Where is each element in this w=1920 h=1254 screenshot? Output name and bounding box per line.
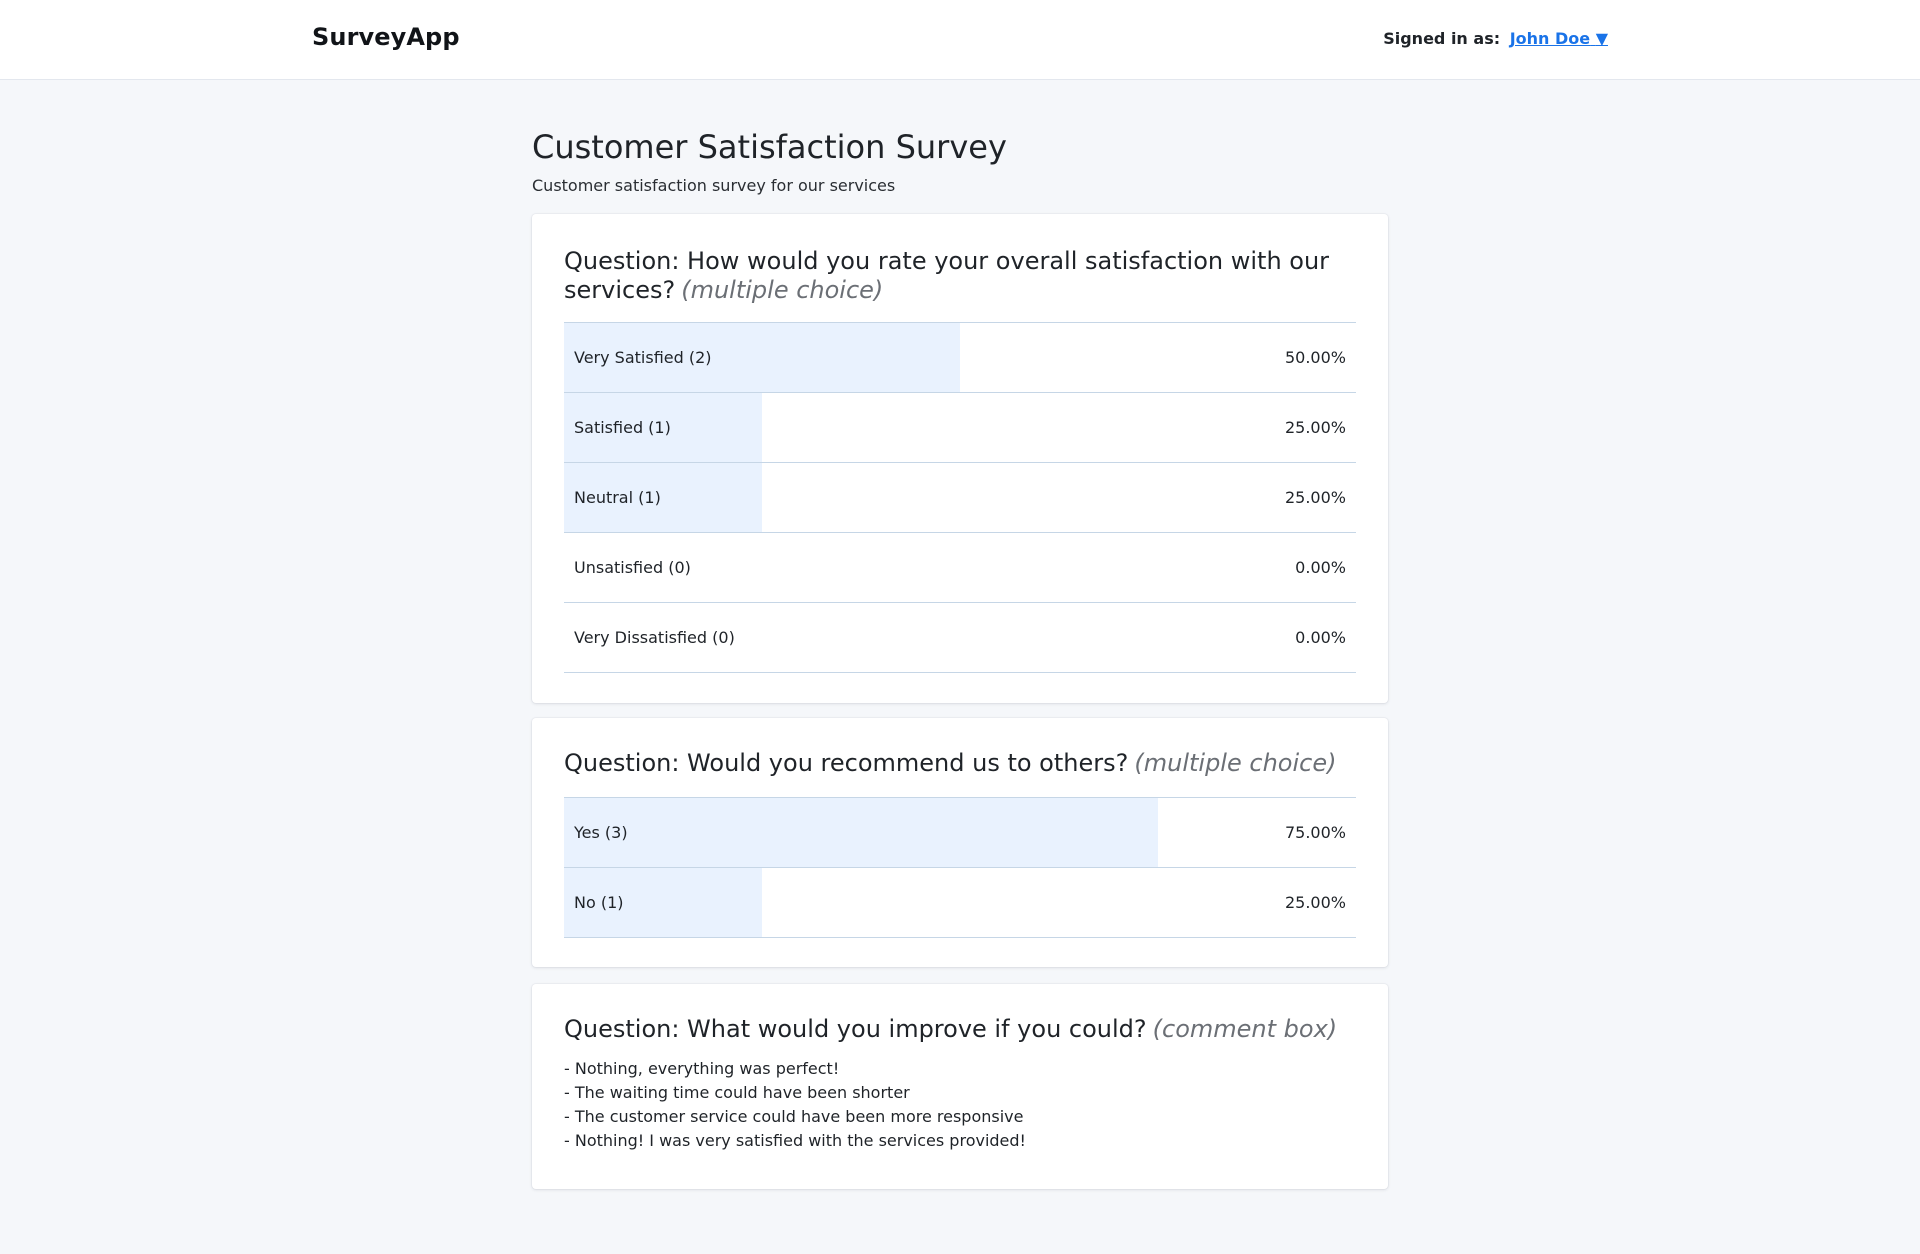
option-percent: 0.00% [1295,558,1346,577]
page-title: Customer Satisfaction Survey [532,128,1007,166]
question-title: Question: What would you improve if you … [564,1015,1356,1044]
option-row: Satisfied (1) 25.00% [564,393,1356,463]
question-type: (comment box) [1152,1015,1338,1043]
brand-logo[interactable]: SurveyApp [312,23,460,51]
comment-item: - The customer service could have been m… [564,1107,1024,1126]
option-label: Unsatisfied (0) [574,558,691,577]
comment-item: - Nothing, everything was perfect! [564,1059,840,1078]
option-row: No (1) 25.00% [564,868,1356,938]
question-card: Question: How would you rate your overal… [532,214,1388,703]
user-menu-link[interactable]: John Doe ▼ [1510,29,1608,48]
question-text: Question: How would you rate your overal… [564,247,1330,304]
comment-item: - The waiting time could have been short… [564,1083,910,1102]
option-label: Very Dissatisfied (0) [574,628,735,647]
option-label: No (1) [574,893,624,912]
comment-item: - Nothing! I was very satisfied with the… [564,1131,1026,1150]
option-percent: 75.00% [1284,823,1346,842]
question-card: Question: Would you recommend us to othe… [532,718,1388,967]
options-list: Very Satisfied (2) 50.00% Satisfied (1) … [564,322,1356,673]
signed-in-info: Signed in as: John Doe ▼ [1383,29,1608,48]
option-percent: 25.00% [1284,418,1346,437]
option-label: Very Satisfied (2) [574,348,712,367]
option-label: Neutral (1) [574,488,661,507]
option-percent: 25.00% [1284,893,1346,912]
signed-in-label: Signed in as: [1383,29,1501,48]
option-percent: 25.00% [1284,488,1346,507]
question-text: Question: What would you improve if you … [564,1015,1147,1043]
question-title: Question: Would you recommend us to othe… [564,749,1356,778]
chevron-down-icon[interactable]: ▼ [1596,29,1608,48]
option-row: Very Satisfied (2) 50.00% [564,323,1356,393]
option-row: Unsatisfied (0) 0.00% [564,533,1356,603]
question-type: (multiple choice) [1134,749,1337,777]
options-list: Yes (3) 75.00% No (1) 25.00% [564,797,1356,938]
user-name[interactable]: John Doe [1510,29,1590,48]
survey-results: Customer Satisfaction Survey Customer sa… [532,128,1388,1189]
question-text: Question: Would you recommend us to othe… [564,749,1129,777]
question-type: (multiple choice) [681,276,884,304]
option-label: Yes (3) [574,823,628,842]
page-subtitle: Customer satisfaction survey for our ser… [532,176,896,195]
question-title: Question: How would you rate your overal… [564,247,1356,305]
option-label: Satisfied (1) [574,418,671,437]
question-card: Question: What would you improve if you … [532,984,1388,1189]
option-row: Neutral (1) 25.00% [564,463,1356,533]
option-percent: 0.00% [1295,628,1346,647]
comments-list: - Nothing, everything was perfect! - The… [564,1057,1356,1153]
option-fill-bar [564,798,1158,867]
option-percent: 50.00% [1284,348,1346,367]
top-navbar: SurveyApp Signed in as: John Doe ▼ [0,0,1920,80]
option-row: Very Dissatisfied (0) 0.00% [564,603,1356,673]
option-row: Yes (3) 75.00% [564,798,1356,868]
